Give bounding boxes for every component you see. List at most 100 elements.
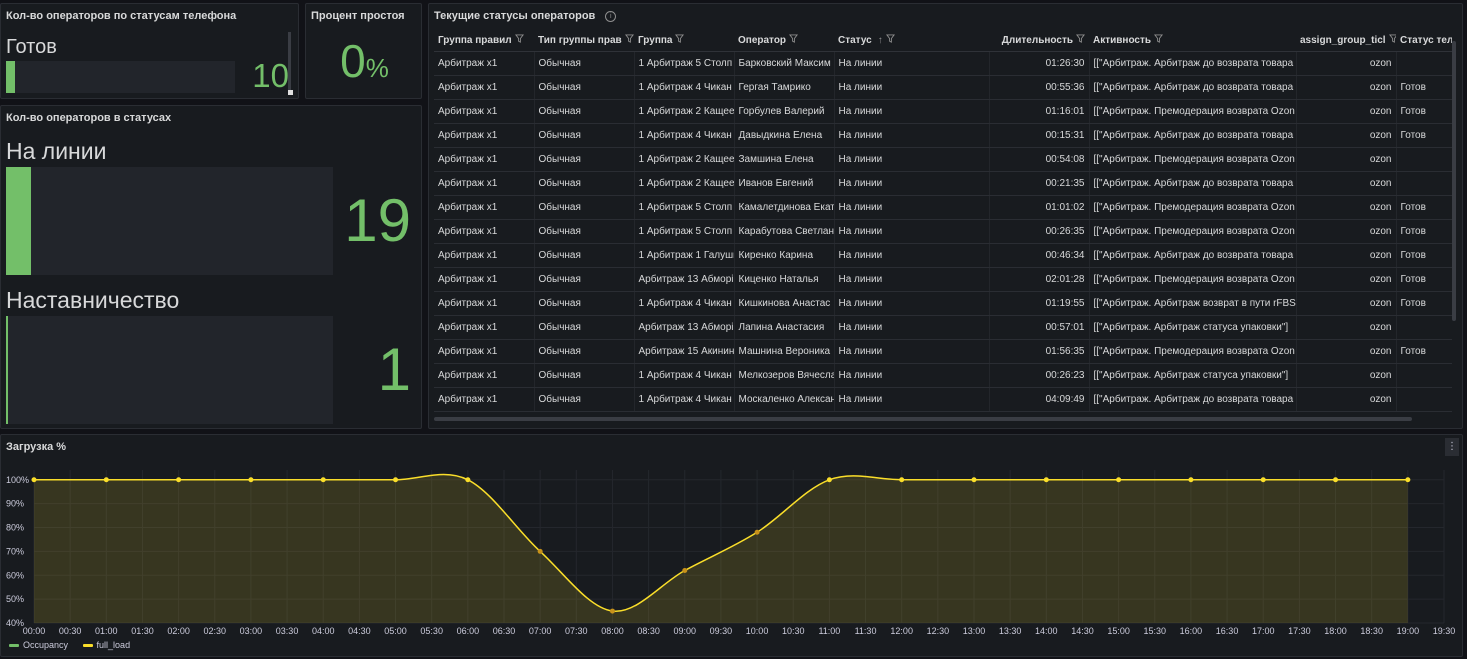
filter-icon[interactable] xyxy=(514,34,524,46)
table-cell: 1 Арбитраж 4 Чикан xyxy=(633,363,734,388)
horizontal-scrollbar[interactable] xyxy=(434,417,1412,421)
table-row[interactable]: Арбитраж x1 Обычная 1 Арбитраж 5 Столп Барк… xyxy=(434,51,1452,76)
table-cell: Арбитраж x1 xyxy=(434,363,534,388)
column-header[interactable]: Группа xyxy=(634,29,734,52)
x-tick-label: 04:00 xyxy=(312,626,335,636)
table-row[interactable]: Арбитраж x1 Обычная 1 Арбитраж 4 Чикан Давы… xyxy=(434,123,1452,148)
y-tick-label: 50% xyxy=(6,594,24,604)
table-cell: Арбитраж x1 xyxy=(434,75,534,100)
x-tick-label: 10:30 xyxy=(782,626,805,636)
sort-asc-icon[interactable]: ↑ xyxy=(878,35,883,46)
column-header[interactable]: Активность xyxy=(1089,29,1296,52)
table-row[interactable]: Арбитраж x1 Обычная 1 Арбитраж 2 Кащее Горб… xyxy=(434,99,1452,124)
table-cell: Обычная xyxy=(533,267,634,292)
table-cell: Обычная xyxy=(533,243,634,268)
x-tick-label: 00:00 xyxy=(23,626,46,636)
x-tick-label: 13:30 xyxy=(999,626,1022,636)
filter-icon[interactable] xyxy=(885,34,895,46)
table-cell: Обычная xyxy=(533,387,634,412)
table-cell: [["Арбитраж. Арбитраж статуса упаковки"] xyxy=(1088,363,1296,388)
table-cell: [["Арбитраж. Арбитраж статуса упаковки"] xyxy=(1088,315,1296,340)
filter-icon[interactable] xyxy=(1388,34,1396,46)
table-cell: 1 Арбитраж 4 Чикан xyxy=(633,75,734,100)
table-row[interactable]: Арбитраж x1 Обычная 1 Арбитраж 4 Чикан Герг… xyxy=(434,75,1452,100)
y-tick-label: 100% xyxy=(6,475,29,485)
table-cell: Арбитраж x1 xyxy=(434,195,534,220)
table-cell: [["Арбитраж. Премодерация возврата Ozon xyxy=(1088,267,1296,292)
column-header[interactable]: assign_group_ticl xyxy=(1296,29,1396,52)
table-cell: 1 Арбитраж 4 Чикан xyxy=(633,387,734,412)
data-point xyxy=(1333,477,1339,483)
filter-icon[interactable] xyxy=(624,34,634,46)
table-cell: Готов xyxy=(1395,339,1452,364)
filter-icon[interactable] xyxy=(1076,34,1085,46)
online-bar-fill xyxy=(6,167,31,275)
panel-title: Процент простоя xyxy=(311,10,405,22)
table-cell: Готов xyxy=(1395,219,1452,244)
column-header[interactable]: Длительность xyxy=(989,29,1089,52)
table-row[interactable]: Арбитраж x1 Обычная 1 Арбитраж 4 Чикан Мелк… xyxy=(434,363,1452,388)
table-cell: Гергая Тамрико xyxy=(733,75,834,100)
table-cell: Обычная xyxy=(533,75,634,100)
x-tick-label: 05:30 xyxy=(420,626,443,636)
scroll-thumb[interactable] xyxy=(288,90,293,95)
column-header[interactable]: Группа правил xyxy=(434,29,534,52)
idle-percent-panel: Процент простоя 0% xyxy=(305,3,422,99)
x-tick-label: 08:00 xyxy=(601,626,624,636)
data-point xyxy=(537,548,543,554)
column-header[interactable]: Статус теле xyxy=(1396,29,1452,52)
column-header[interactable]: Статус ↑ xyxy=(834,29,989,52)
table-header-row: Группа правил Тип группы прав Группа Операт… xyxy=(434,29,1452,52)
panel-title: Текущие статусы операторов i xyxy=(434,10,617,22)
x-tick-label: 09:30 xyxy=(710,626,733,636)
x-tick-label: 16:00 xyxy=(1180,626,1203,636)
filter-icon[interactable] xyxy=(1154,34,1164,46)
legend-item-occupancy[interactable]: Occupancy xyxy=(9,640,68,650)
table-row[interactable]: Арбитраж x1 Обычная Арбитраж 13 Абморі Кице… xyxy=(434,267,1452,292)
table-cell: 02:01:28 xyxy=(988,267,1089,292)
column-header[interactable]: Тип группы прав xyxy=(534,29,634,52)
table-cell: ozon xyxy=(1295,387,1396,412)
x-tick-label: 02:00 xyxy=(167,626,190,636)
data-point xyxy=(754,529,760,535)
table-cell: ozon xyxy=(1295,171,1396,196)
vertical-scrollbar[interactable] xyxy=(1452,41,1456,321)
filter-icon[interactable] xyxy=(789,34,799,46)
table-cell: Арбитраж x1 xyxy=(434,339,534,364)
table-row[interactable]: Арбитраж x1 Обычная Арбитраж 15 Акинин Машн… xyxy=(434,339,1452,364)
status-name-mentoring: Наставничество xyxy=(6,287,180,313)
table-row[interactable]: Арбитраж x1 Обычная 1 Арбитраж 5 Столп Кара… xyxy=(434,219,1452,244)
data-point xyxy=(971,477,977,483)
table-cell: Киренко Карина xyxy=(733,243,834,268)
column-header-label: assign_group_ticl xyxy=(1300,35,1386,46)
table-row[interactable]: Арбитраж x1 Обычная 1 Арбитраж 2 Кащее Замш… xyxy=(434,147,1452,172)
status-name: Готов xyxy=(6,36,57,58)
data-point xyxy=(31,477,37,483)
info-icon[interactable]: i xyxy=(605,10,617,22)
scrollbar[interactable] xyxy=(288,32,291,94)
filter-icon[interactable] xyxy=(675,34,685,46)
x-tick-label: 00:30 xyxy=(59,626,82,636)
column-header[interactable]: Оператор xyxy=(734,29,834,52)
table-row[interactable]: Арбитраж x1 Обычная 1 Арбитраж 1 Галуши Кир… xyxy=(434,243,1452,268)
table-row[interactable]: Арбитраж x1 Обычная Арбитраж 13 Абморі Лапи… xyxy=(434,315,1452,340)
table-cell: На линии xyxy=(833,219,989,244)
table-row[interactable]: Арбитраж x1 Обычная 1 Арбитраж 4 Чикан Моск… xyxy=(434,387,1452,412)
legend-item-full-load[interactable]: full_load xyxy=(82,640,130,650)
table-row[interactable]: Арбитраж x1 Обычная 1 Арбитраж 4 Чикан Кишк… xyxy=(434,291,1452,316)
table-cell: Арбитраж x1 xyxy=(434,387,534,412)
table-row[interactable]: Арбитраж x1 Обычная 1 Арбитраж 2 Кащее Иван… xyxy=(434,171,1452,196)
table-cell: 00:15:31 xyxy=(988,123,1089,148)
table-cell: 00:26:35 xyxy=(988,219,1089,244)
table-cell: Готов xyxy=(1395,243,1452,268)
table-cell: Обычная xyxy=(533,315,634,340)
x-tick-label: 14:00 xyxy=(1035,626,1058,636)
table-cell: Готов xyxy=(1395,99,1452,124)
load-chart: 40% 50% 60% 70% 80% 90% 100% 00:00 00:30 01:00 01:… xyxy=(6,470,1455,636)
table-cell: На линии xyxy=(833,99,989,124)
table-cell: Арбитраж x1 xyxy=(434,291,534,316)
table-cell xyxy=(1395,363,1452,388)
table-cell: 1 Арбитраж 5 Столп xyxy=(633,219,734,244)
table-cell: ozon xyxy=(1295,339,1396,364)
table-row[interactable]: Арбитраж x1 Обычная 1 Арбитраж 5 Столп Кама… xyxy=(434,195,1452,220)
